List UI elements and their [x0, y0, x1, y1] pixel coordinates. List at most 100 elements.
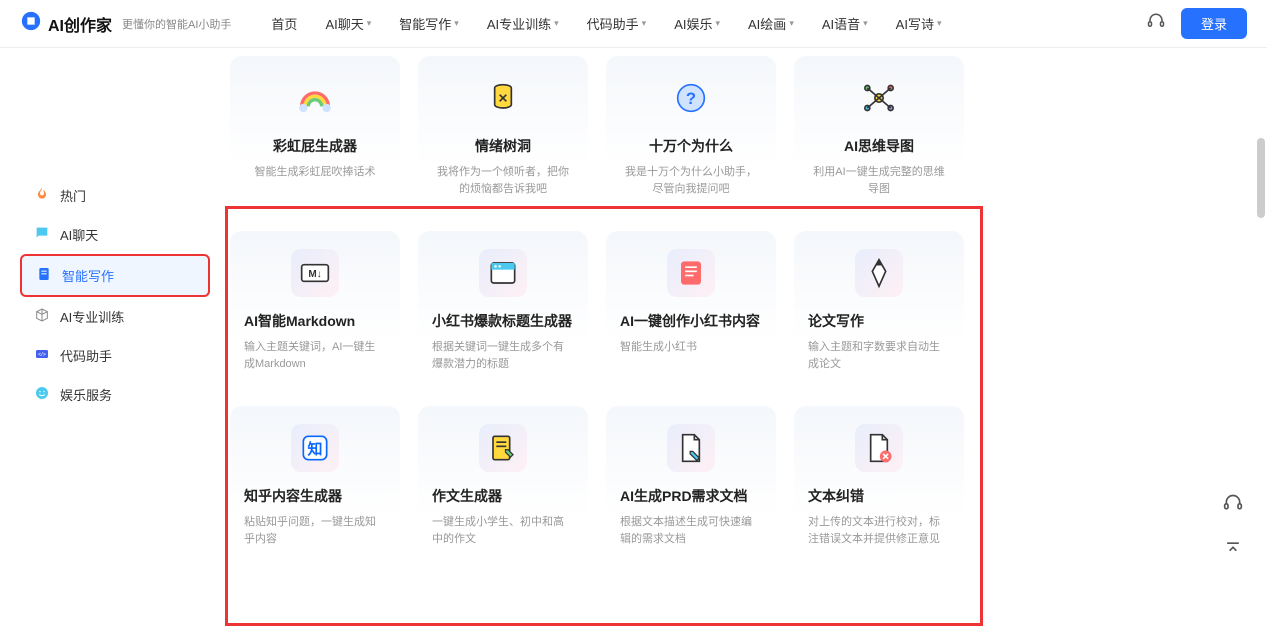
nav-voice[interactable]: AI语音▾ — [822, 14, 868, 33]
support-button[interactable] — [1217, 487, 1249, 519]
chevron-down-icon: ▾ — [937, 18, 942, 29]
card-title: 彩虹屁生成器 — [273, 136, 357, 156]
can-icon — [479, 74, 527, 122]
smile-icon — [34, 385, 50, 404]
card-title: AI思维导图 — [844, 136, 914, 156]
sidebar-item-writing[interactable]: 智能写作 — [20, 254, 210, 297]
back-to-top-button[interactable] — [1217, 533, 1249, 565]
sidebar-item-chat[interactable]: AI聊天 — [20, 215, 210, 254]
main-area: 热门 AI聊天 智能写作 AI专业训练 </> 代码助手 娱乐服务 彩虹屁生成器 — [0, 48, 1267, 581]
nav-entertain[interactable]: AI娱乐▾ — [674, 14, 720, 33]
svg-text:</>: </> — [38, 352, 46, 358]
header: AI创作家 更懂你的智能AI小助手 首页 AI聊天▾ 智能写作▾ AI专业训练▾… — [0, 0, 1267, 48]
nav-training[interactable]: AI专业训练▾ — [487, 14, 559, 33]
sidebar: 热门 AI聊天 智能写作 AI专业训练 </> 代码助手 娱乐服务 — [0, 176, 220, 581]
nav-poem[interactable]: AI写诗▾ — [896, 14, 942, 33]
sidebar-item-entertain[interactable]: 娱乐服务 — [20, 375, 210, 414]
nav-writing[interactable]: 智能写作▾ — [399, 14, 459, 33]
pen-icon — [855, 249, 903, 297]
nav-code[interactable]: 代码助手▾ — [587, 14, 647, 33]
sidebar-item-label: 娱乐服务 — [60, 385, 112, 404]
card-title: AI智能Markdown — [244, 311, 355, 331]
card-rainbow[interactable]: 彩虹屁生成器 智能生成彩虹屁吹捧话术 — [230, 56, 400, 213]
doc-icon — [36, 266, 52, 285]
card-correct[interactable]: 文本纠错 对上传的文本进行校对，标注错误文本并提供修正意见 — [794, 406, 964, 563]
sidebar-item-label: 热门 — [60, 186, 86, 205]
float-buttons — [1217, 487, 1249, 565]
card-desc: 输入主题关键词，AI一键生成Markdown — [244, 339, 386, 372]
card-row: M↓ AI智能Markdown 输入主题关键词，AI一键生成Markdown 小… — [230, 231, 1237, 388]
sidebar-item-hot[interactable]: 热门 — [20, 176, 210, 215]
window-icon — [479, 249, 527, 297]
svg-text:M↓: M↓ — [308, 269, 321, 280]
chevron-down-icon: ▾ — [789, 18, 794, 29]
chevron-down-icon: ▾ — [642, 18, 647, 29]
chevron-down-icon: ▾ — [367, 18, 372, 29]
card-desc: 利用AI一键生成完整的思维导图 — [808, 164, 950, 197]
headset-icon[interactable] — [1147, 12, 1165, 35]
notepad-icon — [667, 249, 715, 297]
zhi-icon: 知 — [291, 424, 339, 472]
card-desc: 根据文本描述生成可快速编辑的需求文档 — [620, 514, 762, 547]
chevron-down-icon: ▾ — [863, 18, 868, 29]
svg-text:知: 知 — [307, 440, 322, 458]
card-xhs-content[interactable]: AI一键创作小红书内容 智能生成小红书 — [606, 231, 776, 388]
card-desc: 输入主题和字数要求自动生成论文 — [808, 339, 950, 372]
scroll-thumb[interactable] — [1257, 138, 1265, 218]
correct-icon — [855, 424, 903, 472]
card-title: 作文生成器 — [432, 486, 502, 506]
card-thesis[interactable]: 论文写作 输入主题和字数要求自动生成论文 — [794, 231, 964, 388]
chevron-down-icon: ▾ — [554, 18, 559, 29]
card-zhihu[interactable]: 知 知乎内容生成器 粘贴知乎问题，一键生成知乎内容 — [230, 406, 400, 563]
card-mindmap[interactable]: AI思维导图 利用AI一键生成完整的思维导图 — [794, 56, 964, 213]
question-icon: ? — [667, 74, 715, 122]
chevron-down-icon: ▾ — [715, 18, 720, 29]
card-desc: 智能生成小红书 — [620, 339, 697, 356]
tagline: 更懂你的智能AI小助手 — [122, 16, 231, 32]
login-button[interactable]: 登录 — [1181, 8, 1247, 39]
nav-draw[interactable]: AI绘画▾ — [748, 14, 794, 33]
mindmap-icon — [855, 74, 903, 122]
card-title: 小红书爆款标题生成器 — [432, 311, 572, 331]
card-row: 彩虹屁生成器 智能生成彩虹屁吹捧话术 情绪树洞 我将作为一个倾听者，把你的烦恼都… — [230, 56, 1237, 213]
card-title: 十万个为什么 — [649, 136, 733, 156]
svg-text:?: ? — [686, 89, 696, 108]
sidebar-item-label: 智能写作 — [62, 266, 114, 285]
card-desc: 我将作为一个倾听者，把你的烦恼都告诉我吧 — [432, 164, 574, 197]
card-desc: 智能生成彩虹屁吹捧话术 — [255, 164, 376, 181]
sidebar-item-label: AI聊天 — [60, 225, 98, 244]
top-nav: 首页 AI聊天▾ 智能写作▾ AI专业训练▾ 代码助手▾ AI娱乐▾ AI绘画▾… — [271, 14, 1147, 33]
chevron-down-icon: ▾ — [454, 18, 459, 29]
scrollbar[interactable] — [1257, 48, 1265, 348]
prd-icon — [667, 424, 715, 472]
sidebar-item-code[interactable]: </> 代码助手 — [20, 336, 210, 375]
card-desc: 一键生成小学生、初中和高中的作文 — [432, 514, 574, 547]
card-title: 知乎内容生成器 — [244, 486, 342, 506]
card-desc: 对上传的文本进行校对，标注错误文本并提供修正意见 — [808, 514, 950, 547]
markdown-icon: M↓ — [291, 249, 339, 297]
cube-icon — [34, 307, 50, 326]
fire-icon — [34, 186, 50, 205]
nav-home[interactable]: 首页 — [271, 14, 297, 33]
sidebar-item-training[interactable]: AI专业训练 — [20, 297, 210, 336]
card-title: 情绪树洞 — [475, 136, 531, 156]
card-emotion[interactable]: 情绪树洞 我将作为一个倾听者，把你的烦恼都告诉我吧 — [418, 56, 588, 213]
nav-chat[interactable]: AI聊天▾ — [325, 14, 371, 33]
card-desc: 根据关键词一键生成多个有爆款潜力的标题 — [432, 339, 574, 372]
rainbow-icon — [291, 74, 339, 122]
code-icon: </> — [34, 346, 50, 365]
card-desc: 粘贴知乎问题，一键生成知乎内容 — [244, 514, 386, 547]
sidebar-item-label: AI专业训练 — [60, 307, 124, 326]
app-name: AI创作家 — [48, 12, 112, 36]
card-why[interactable]: ? 十万个为什么 我是十万个为什么小助手，尽管向我提问吧 — [606, 56, 776, 213]
logo-icon — [20, 10, 42, 37]
card-prd[interactable]: AI生成PRD需求文档 根据文本描述生成可快速编辑的需求文档 — [606, 406, 776, 563]
card-essay[interactable]: 作文生成器 一键生成小学生、初中和高中的作文 — [418, 406, 588, 563]
sidebar-item-label: 代码助手 — [60, 346, 112, 365]
content-grid: 彩虹屁生成器 智能生成彩虹屁吹捧话术 情绪树洞 我将作为一个倾听者，把你的烦恼都… — [220, 56, 1267, 581]
app-logo[interactable]: AI创作家 — [20, 10, 112, 37]
card-desc: 我是十万个为什么小助手，尽管向我提问吧 — [620, 164, 762, 197]
card-markdown[interactable]: M↓ AI智能Markdown 输入主题关键词，AI一键生成Markdown — [230, 231, 400, 388]
card-xhs-title[interactable]: 小红书爆款标题生成器 根据关键词一键生成多个有爆款潜力的标题 — [418, 231, 588, 388]
card-row: 知 知乎内容生成器 粘贴知乎问题，一键生成知乎内容 作文生成器 一键生成小学生、… — [230, 406, 1237, 563]
